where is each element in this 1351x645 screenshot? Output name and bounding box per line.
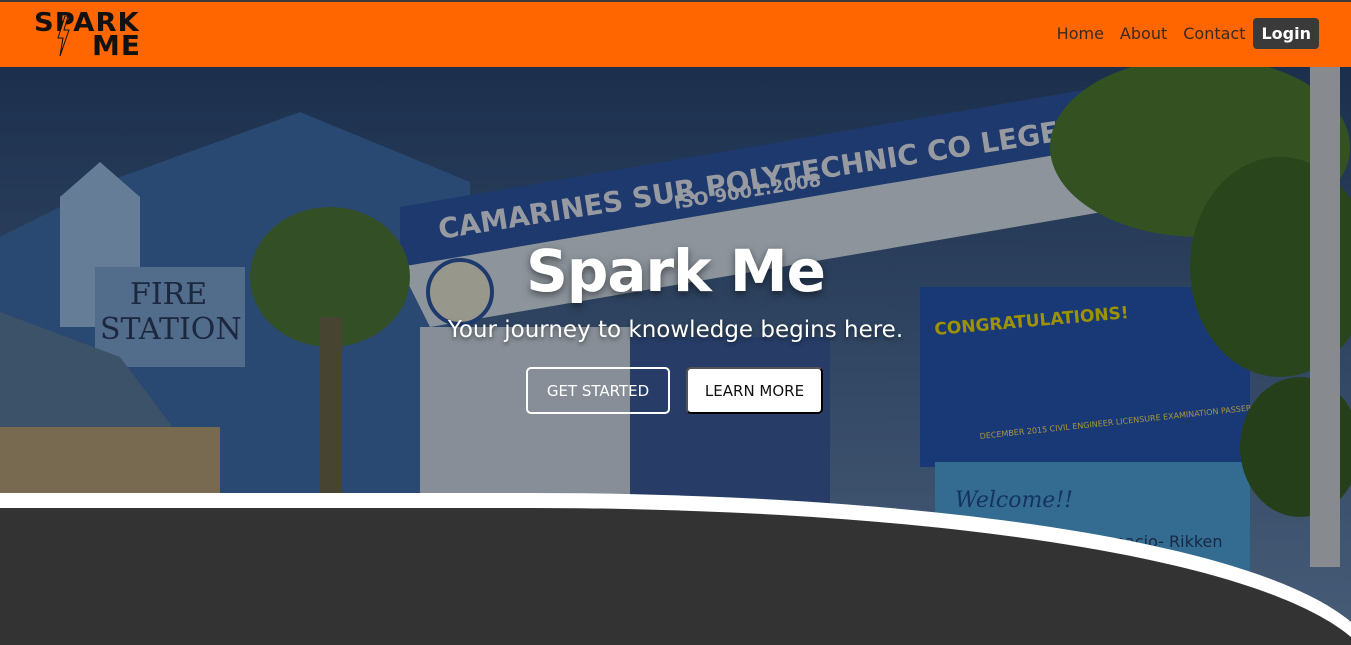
- hero-wave-divider: [0, 493, 1351, 645]
- logo-line-2: ME: [92, 29, 141, 62]
- nav-home-link[interactable]: Home: [1057, 24, 1104, 43]
- nav-contact-link[interactable]: Contact: [1183, 24, 1245, 43]
- lightning-bolt-icon: [57, 16, 70, 56]
- nav-about-link[interactable]: About: [1120, 24, 1167, 43]
- get-started-button[interactable]: GET STARTED: [526, 367, 670, 414]
- spark-me-logo[interactable]: SPARK ME: [34, 10, 160, 62]
- nav-links: Home About Contact Login: [1041, 16, 1319, 50]
- hero-title: Spark Me: [526, 237, 826, 305]
- learn-more-button[interactable]: LEARN MORE: [686, 367, 823, 414]
- navbar: SPARK ME Home About Contact Login: [0, 0, 1351, 67]
- hero-section: FIRE STATION CAMARINES SUR POLYTECHNIC C…: [0, 67, 1351, 645]
- login-button[interactable]: Login: [1253, 17, 1319, 49]
- hero-subtitle: Your journey to knowledge begins here.: [447, 317, 904, 343]
